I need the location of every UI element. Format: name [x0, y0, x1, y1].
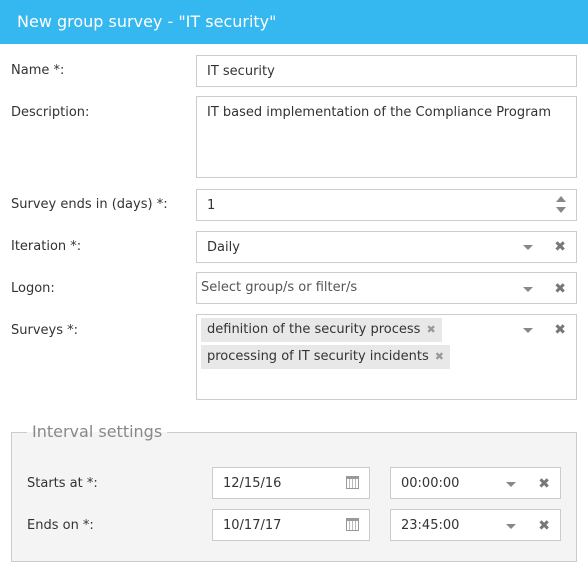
ends-date-value: 10/17/17 [223, 518, 282, 533]
chevron-down-icon[interactable] [506, 482, 516, 487]
iteration-select[interactable]: Daily ✖ [196, 231, 577, 263]
tag-remove-icon[interactable]: ✖ [426, 323, 435, 336]
iteration-label: Iteration *: [11, 239, 82, 254]
chevron-down-icon[interactable] [523, 287, 533, 292]
name-label: Name *: [11, 63, 65, 78]
tag-remove-icon[interactable]: ✖ [435, 350, 444, 363]
survey-tag: definition of the security process ✖ [201, 318, 442, 342]
ends-label: Ends on *: [27, 518, 94, 533]
clear-icon[interactable]: ✖ [538, 477, 550, 491]
description-textarea[interactable]: IT based implementation of the Complianc… [196, 96, 577, 178]
logon-label: Logon: [11, 281, 55, 296]
dialog-header: New group survey - "IT security" [0, 0, 588, 44]
starts-date-value: 12/15/16 [223, 476, 282, 491]
description-label: Description: [11, 105, 90, 120]
logon-select[interactable]: Select group/s or filter/s ✖ [196, 272, 577, 304]
name-value: IT security [207, 64, 275, 79]
chevron-down-icon[interactable] [523, 245, 533, 250]
ends-date-input[interactable]: 10/17/17 [212, 509, 370, 541]
calendar-icon[interactable] [346, 476, 359, 489]
name-input[interactable]: IT security [196, 55, 577, 87]
logon-placeholder: Select group/s or filter/s [201, 280, 358, 295]
spin-down-icon[interactable] [556, 207, 566, 213]
chevron-down-icon[interactable] [523, 328, 533, 333]
description-value: IT based implementation of the Complianc… [207, 105, 552, 120]
iteration-value: Daily [207, 240, 240, 255]
dialog-title: New group survey - "IT security" [17, 12, 277, 31]
survey-ends-spinner[interactable]: 1 [196, 189, 577, 221]
clear-icon[interactable]: ✖ [554, 240, 566, 254]
starts-label: Starts at *: [27, 476, 98, 491]
starts-time-select[interactable]: 00:00:00 ✖ [390, 467, 561, 499]
spin-up-icon[interactable] [556, 196, 566, 202]
clear-icon[interactable]: ✖ [554, 323, 566, 337]
clear-icon[interactable]: ✖ [538, 519, 550, 533]
starts-date-input[interactable]: 12/15/16 [212, 467, 370, 499]
survey-tag-label: processing of IT security incidents [207, 349, 429, 364]
starts-time-value: 00:00:00 [401, 476, 460, 491]
survey-ends-label: Survey ends in (days) *: [11, 197, 168, 212]
interval-settings-legend: Interval settings [27, 421, 168, 443]
calendar-icon[interactable] [346, 518, 359, 531]
survey-ends-value: 1 [207, 198, 216, 213]
chevron-down-icon[interactable] [506, 524, 516, 529]
surveys-multiselect[interactable]: definition of the security process ✖ proc… [196, 314, 577, 400]
clear-icon[interactable]: ✖ [554, 282, 566, 296]
surveys-label: Surveys *: [11, 323, 79, 338]
survey-tag: processing of IT security incidents ✖ [201, 345, 450, 369]
survey-tag-label: definition of the security process [207, 322, 421, 337]
ends-time-value: 23:45:00 [401, 518, 460, 533]
ends-time-select[interactable]: 23:45:00 ✖ [390, 509, 561, 541]
